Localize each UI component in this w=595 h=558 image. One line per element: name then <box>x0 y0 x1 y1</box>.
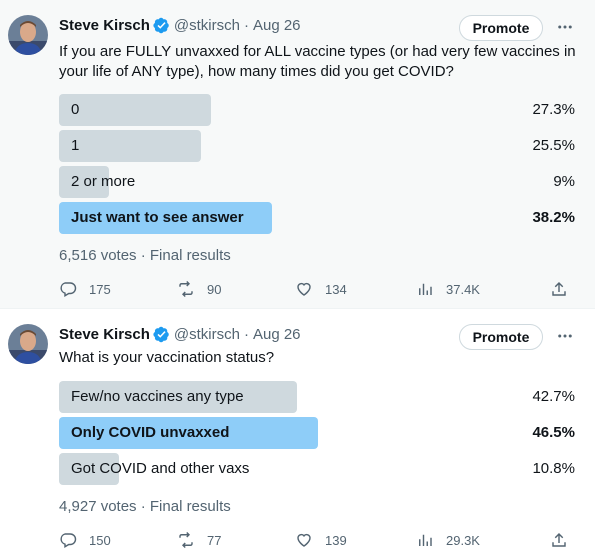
verified-badge-icon <box>153 326 170 343</box>
promote-button[interactable]: Promote <box>459 324 543 350</box>
separator: · <box>243 16 249 34</box>
avatar[interactable] <box>8 15 48 55</box>
share-icon <box>552 532 566 547</box>
poll-option-percent: 42.7% <box>532 388 575 405</box>
view-count: 29.3K <box>446 532 480 548</box>
poll-option-label: Only COVID unvaxxed <box>71 424 230 441</box>
tweet-header: Steve Kirsch @stkirsch · Aug 26 <box>59 324 301 344</box>
like-count: 134 <box>325 281 347 297</box>
tweet-text: If you are FULLY unvaxxed for ALL vaccin… <box>59 43 576 80</box>
poll-option-percent: 25.5% <box>532 137 575 154</box>
reply-button[interactable]: 175 <box>59 279 111 299</box>
poll-option-label: 1 <box>71 137 80 154</box>
verified-badge-icon <box>153 17 170 34</box>
more-options-icon[interactable] <box>552 15 578 39</box>
share-icon <box>552 281 566 296</box>
repost-icon <box>179 531 193 549</box>
views-chart-icon <box>419 283 432 295</box>
tweet-date[interactable]: Aug 26 <box>253 17 301 34</box>
like-button[interactable]: 139 <box>295 530 347 550</box>
poll-option: 1 25.5% <box>59 130 575 162</box>
view-count: 37.4K <box>446 281 480 297</box>
repost-icon <box>179 280 193 298</box>
poll-summary: 4,927 votes · Final results <box>59 498 231 515</box>
poll-option-percent: 27.3% <box>532 101 575 118</box>
avatar-image <box>8 324 48 364</box>
reply-count: 150 <box>89 532 111 548</box>
author-name[interactable]: Steve Kirsch <box>59 17 150 34</box>
reply-button[interactable]: 150 <box>59 530 111 550</box>
more-options-icon[interactable] <box>552 324 578 348</box>
poll-option: Only COVID unvaxxed 46.5% <box>59 417 575 449</box>
views-chart-icon <box>419 534 432 546</box>
poll-option-label: 0 <box>71 101 80 118</box>
reply-icon <box>60 282 77 298</box>
action-bar: 175 90 134 37.4K <box>59 279 579 299</box>
poll-option-label: 2 or more <box>71 173 136 190</box>
poll-option-label: Few/no vaccines any type <box>71 388 244 405</box>
avatar[interactable] <box>8 324 48 364</box>
author-name[interactable]: Steve Kirsch <box>59 326 150 343</box>
poll-option-percent: 46.5% <box>532 424 575 441</box>
repost-count: 90 <box>207 281 222 297</box>
poll-option-percent: 9% <box>553 173 575 190</box>
poll-option: 2 or more 9% <box>59 166 575 198</box>
poll-summary: 6,516 votes · Final results <box>59 247 231 264</box>
poll-option: Just want to see answer 38.2% <box>59 202 575 234</box>
repost-count: 77 <box>207 532 222 548</box>
tweet-card[interactable]: Steve Kirsch @stkirsch · Aug 26 Promote … <box>0 0 595 309</box>
repost-button[interactable]: 90 <box>177 279 221 299</box>
poll-option: Few/no vaccines any type 42.7% <box>59 381 575 413</box>
poll-option-label: Got COVID and other vaxs <box>71 460 250 477</box>
poll-option: 0 27.3% <box>59 94 575 126</box>
tweet-card[interactable]: Steve Kirsch @stkirsch · Aug 26 Promote … <box>0 309 595 558</box>
heart-icon <box>297 533 311 547</box>
tweet-header: Steve Kirsch @stkirsch · Aug 26 <box>59 15 301 35</box>
poll-option: Got COVID and other vaxs 10.8% <box>59 453 575 485</box>
reply-icon <box>60 533 77 549</box>
poll-bar <box>59 130 201 162</box>
views-button[interactable]: 29.3K <box>416 530 480 550</box>
poll-option-percent: 38.2% <box>532 209 575 226</box>
action-bar: 150 77 139 29.3K <box>59 530 579 550</box>
heart-icon <box>297 282 311 296</box>
reply-count: 175 <box>89 281 111 297</box>
poll-option-percent: 10.8% <box>532 460 575 477</box>
poll-option-label: Just want to see answer <box>71 209 244 226</box>
author-handle[interactable]: @stkirsch <box>174 17 240 34</box>
poll-bar <box>59 94 211 126</box>
promote-button[interactable]: Promote <box>459 15 543 41</box>
tweet-date[interactable]: Aug 26 <box>253 326 301 343</box>
share-button[interactable] <box>550 530 568 550</box>
tweet-text: What is your vaccination status? <box>59 349 275 366</box>
share-button[interactable] <box>550 279 568 299</box>
like-count: 139 <box>325 532 347 548</box>
repost-button[interactable]: 77 <box>177 530 221 550</box>
like-button[interactable]: 134 <box>295 279 347 299</box>
separator: · <box>243 325 249 343</box>
avatar-image <box>8 15 48 55</box>
author-handle[interactable]: @stkirsch <box>174 326 240 343</box>
views-button[interactable]: 37.4K <box>416 279 480 299</box>
